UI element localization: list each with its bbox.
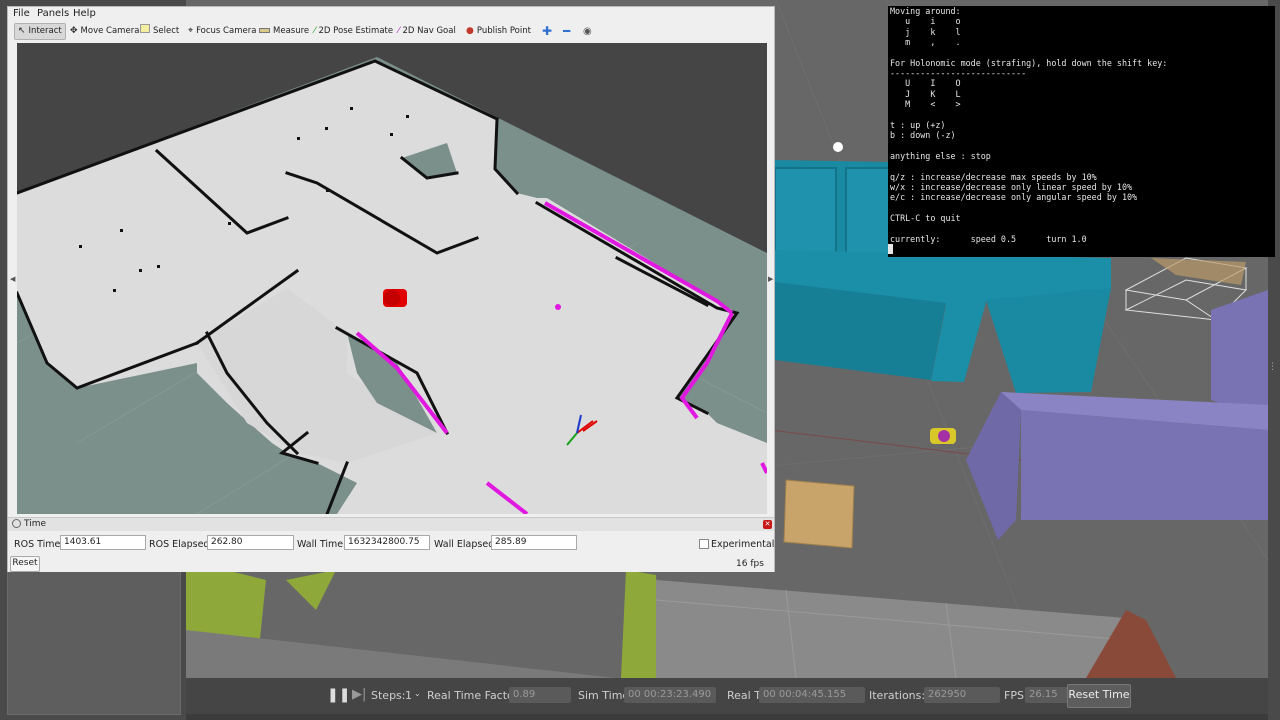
measure-tool[interactable]: Measure xyxy=(259,24,309,39)
close-icon[interactable]: ✕ xyxy=(763,520,772,529)
tool-properties-icon[interactable]: ◉ xyxy=(583,24,592,39)
move-icon: ✥ xyxy=(70,26,78,36)
terminal-cursor xyxy=(888,243,893,254)
move-camera-tool[interactable]: ✥ Move Camera xyxy=(70,24,139,39)
time-panel-titlebar[interactable]: Time ✕ xyxy=(8,518,774,531)
time-panel: Time ✕ ROS Time: 1403.61 ROS Elapsed: 26… xyxy=(8,517,774,572)
cursor-icon: ↖ xyxy=(18,26,26,36)
real-time-field: 00 00:04:45.155 xyxy=(759,687,865,703)
menu-panels[interactable]: Panels xyxy=(37,8,69,19)
rtf-field: 0.89 xyxy=(509,687,571,703)
ros-elapsed-label: ROS Elapsed: xyxy=(149,539,213,550)
select-icon xyxy=(140,24,150,33)
ros-time-label: ROS Time: xyxy=(14,539,64,550)
fps-readout: 16 fps xyxy=(736,559,764,569)
menu-help[interactable]: Help xyxy=(73,8,96,19)
step-icon[interactable]: ▶| xyxy=(352,687,366,702)
wall-time-field[interactable]: 1632342800.75 xyxy=(344,535,430,550)
green-arrow-icon: ⁄ xyxy=(314,26,316,36)
experimental-checkbox[interactable] xyxy=(699,539,709,549)
rtf-label: Real Time Factor: xyxy=(427,689,522,702)
iterations-label: Iterations: xyxy=(869,689,926,702)
menu-file[interactable]: File xyxy=(13,8,30,19)
pose-estimate-tool[interactable]: ⁄ 2D Pose Estimate xyxy=(314,24,393,39)
ros-elapsed-field[interactable]: 262.80 xyxy=(207,535,294,550)
add-tool-icon[interactable]: ✚ xyxy=(542,24,552,39)
chevron-down-icon[interactable]: ⌄ xyxy=(414,689,421,698)
remove-tool-icon[interactable]: ━ xyxy=(563,24,570,39)
experimental-label: Experimental xyxy=(711,539,775,550)
select-tool[interactable]: Select xyxy=(140,24,179,39)
panel-splitter-handle[interactable]: ⋮ xyxy=(1268,362,1277,376)
gazebo-time-toolbar: ❚❚ ▶| Steps: 1 ⌄ Real Time Factor: 0.89 … xyxy=(186,678,1268,714)
sim-time-field: 00 00:23:23.490 xyxy=(624,687,716,703)
iterations-field: 262950 xyxy=(924,687,1000,703)
rviz-toolbar: ↖ Interact ✥ Move Camera Select ⌖ Focus Cam… xyxy=(8,21,774,41)
time-panel-title: Time xyxy=(24,519,47,529)
publish-point-tool[interactable]: ● Publish Point xyxy=(466,24,531,39)
crosshair-icon: ⌖ xyxy=(188,26,194,36)
wall-elapsed-field[interactable]: 285.89 xyxy=(491,535,577,550)
terminal-output: Moving around: u i o j k l m , . For Hol… xyxy=(890,6,1168,244)
clock-icon xyxy=(12,519,21,528)
rviz-3d-viewport[interactable] xyxy=(17,43,767,514)
focus-camera-tool[interactable]: ⌖ Focus Camera xyxy=(188,24,256,39)
menu-bar: File Panels Help xyxy=(8,7,774,21)
reset-time-button[interactable]: Reset Time xyxy=(1067,684,1131,708)
left-panel-toggle-icon[interactable]: ◀ xyxy=(10,275,15,283)
purple-arrow-icon: ⁄ xyxy=(398,26,400,36)
wall-elapsed-label: Wall Elapsed: xyxy=(434,539,498,550)
wall-time-label: Wall Time: xyxy=(297,539,347,550)
nav-goal-tool[interactable]: ⁄ 2D Nav Goal xyxy=(398,24,456,39)
right-panel-toggle-icon[interactable]: ▶ xyxy=(768,275,773,283)
ros-time-field[interactable]: 1403.61 xyxy=(60,535,146,550)
steps-value[interactable]: 1 xyxy=(405,689,412,702)
interact-tool[interactable]: ↖ Interact xyxy=(14,23,66,40)
teleop-terminal[interactable]: Moving around: u i o j k l m , . For Hol… xyxy=(888,6,1275,257)
gazebo-world-tree[interactable] xyxy=(7,570,181,715)
steps-label: Steps: xyxy=(371,689,406,702)
reset-button[interactable]: Reset xyxy=(10,556,40,572)
rviz-window: File Panels Help ↖ Interact ✥ Move Camera … xyxy=(7,6,775,572)
ruler-icon xyxy=(259,28,270,33)
map-pin-icon: ● xyxy=(466,26,474,36)
pause-icon[interactable]: ❚❚ xyxy=(327,687,350,703)
